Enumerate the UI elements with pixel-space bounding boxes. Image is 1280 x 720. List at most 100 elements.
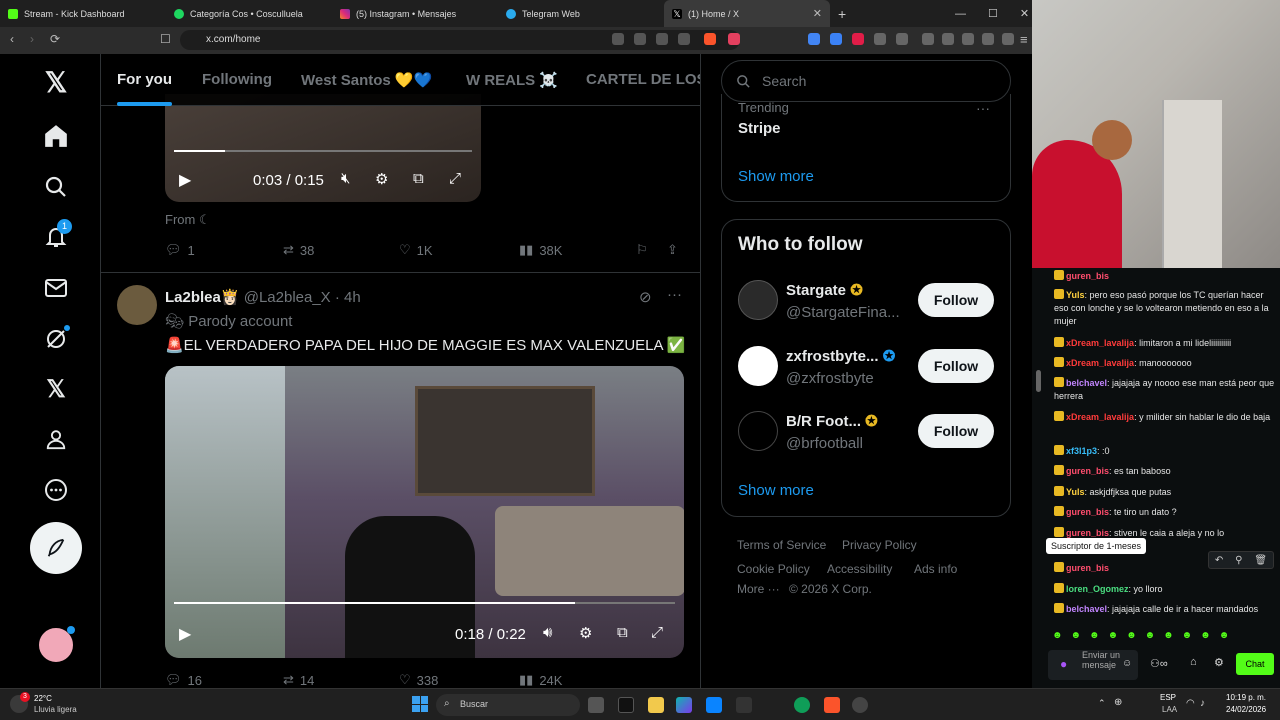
footer-terms-link[interactable]: Terms of Service: [737, 538, 826, 552]
avatar[interactable]: [738, 411, 778, 451]
tab-w-reals[interactable]: W REALS ☠️: [466, 71, 558, 89]
subscriber-badge-icon[interactable]: [1054, 506, 1064, 516]
fullscreen-icon[interactable]: ⤢: [651, 624, 663, 641]
account-avatar[interactable]: [37, 626, 75, 664]
new-tab-button[interactable]: +: [838, 6, 846, 22]
close-window-icon[interactable]: ✕: [1020, 7, 1029, 20]
subscriber-badge-icon[interactable]: [1054, 486, 1064, 496]
chat-message[interactable]: guren_bis: [1054, 270, 1276, 283]
menu-icon[interactable]: ≡: [1020, 32, 1028, 47]
reply-button[interactable]: 💬︎ 1: [165, 242, 195, 258]
footer-ads-link[interactable]: Ads info: [914, 562, 957, 576]
reply-button[interactable]: 💬︎ 16: [165, 672, 202, 688]
author-name[interactable]: La2blea👸🏻: [165, 289, 240, 306]
premium-x-icon[interactable]: 𝕏: [40, 373, 72, 405]
chat-message[interactable]: xf3l1p3: :0: [1054, 445, 1276, 458]
bookmark-icon[interactable]: ⚐: [636, 242, 648, 258]
chat-username[interactable]: xDream_lavalija: [1066, 412, 1134, 422]
repost-button[interactable]: ⇄ 14: [283, 672, 314, 688]
browser-tab[interactable]: Stream - Kick Dashboard: [0, 0, 166, 27]
trending-topic[interactable]: Stripe: [738, 120, 781, 137]
copilot-icon[interactable]: [676, 697, 692, 713]
scrollbar[interactable]: [1036, 370, 1041, 392]
browser-tab[interactable]: (5) Instagram • Mensajes: [332, 0, 498, 27]
avatar[interactable]: [738, 346, 778, 386]
play-icon[interactable]: ▶: [179, 170, 191, 190]
leo-ai-icon[interactable]: [982, 33, 994, 45]
compose-post-button[interactable]: [30, 522, 82, 574]
subscriber-badge-icon[interactable]: [1054, 357, 1064, 367]
chat-username[interactable]: xDream_lavalija: [1066, 358, 1134, 368]
more-options-icon[interactable]: ···: [976, 100, 990, 116]
chat-username[interactable]: loren_Ogomez: [1066, 584, 1129, 594]
video-progress[interactable]: [174, 602, 675, 604]
notifications-icon[interactable]: 1: [40, 219, 72, 253]
tab-cartel[interactable]: CARTEL DE LOS: [586, 71, 700, 88]
account-handle[interactable]: @StargateFina...: [786, 304, 900, 321]
chat-username[interactable]: guren_bis: [1066, 528, 1109, 538]
brave-icon[interactable]: [824, 697, 840, 713]
chat-message[interactable]: belchavel: jajajaja calle de ir a hacer …: [1054, 603, 1276, 616]
translate-icon[interactable]: [612, 33, 624, 45]
subscriber-badge-icon[interactable]: [1054, 289, 1064, 299]
obs-icon[interactable]: [852, 697, 868, 713]
extension-icon[interactable]: [830, 33, 842, 45]
chat-message[interactable]: loren_Ogomez: yo lloro: [1054, 583, 1276, 596]
chat-message[interactable]: belchavel: jajajaja ay noooo ese man est…: [1054, 377, 1276, 403]
chat-message[interactable]: guren_bis: es tan baboso: [1054, 465, 1276, 478]
chat-username[interactable]: Yuls: [1066, 290, 1085, 300]
emoji-icon[interactable]: ☺: [1122, 658, 1132, 669]
close-tab-icon[interactable]: ✕: [813, 7, 822, 20]
cast-icon[interactable]: [656, 33, 668, 45]
like-button[interactable]: ♡ 338: [399, 672, 438, 688]
extension-icon[interactable]: [808, 33, 820, 45]
follow-button[interactable]: Follow: [918, 283, 994, 317]
home-icon[interactable]: [40, 120, 72, 152]
subscriber-badge-icon[interactable]: [1054, 583, 1064, 593]
chat-username[interactable]: xf3l1p3: [1066, 446, 1097, 456]
fullscreen-icon[interactable]: ⤢: [449, 170, 461, 187]
chat-message[interactable]: xDream_lavalija: limitaron a mi lideliii…: [1054, 337, 1276, 350]
puzzle-icon[interactable]: [874, 33, 886, 45]
grok-icon[interactable]: ⊘: [639, 288, 652, 306]
share-icon[interactable]: [678, 33, 690, 45]
account-name[interactable]: Stargate ✪: [786, 281, 863, 299]
follow-button[interactable]: Follow: [918, 349, 994, 383]
tray-chevron-icon[interactable]: ⌃: [1098, 698, 1106, 709]
settings-icon[interactable]: ⚙: [1214, 656, 1224, 669]
send-chat-button[interactable]: Chat: [1236, 653, 1274, 675]
chat-message[interactable]: xDream_lavalija: manooooooo: [1054, 357, 1276, 370]
pip-icon[interactable]: ⧉: [413, 170, 424, 187]
chat-input[interactable]: ● Enviar un mensaje ☺: [1048, 650, 1138, 680]
settings-icon[interactable]: ⚙: [579, 624, 592, 642]
terminal-icon[interactable]: [736, 697, 752, 713]
tab-following[interactable]: Following: [202, 71, 272, 88]
chat-username[interactable]: belchavel: [1066, 604, 1107, 614]
clock-date[interactable]: 24/02/2026: [1226, 705, 1266, 714]
x-logo-icon[interactable]: 𝕏: [40, 66, 72, 98]
video-player[interactable]: ▶ 0:03 / 0:15 🔇︎ ⚙ ⧉ ⤢: [165, 94, 481, 202]
chat-message[interactable]: Yuls: pero eso pasó porque los TC quería…: [1054, 289, 1276, 328]
rewards-icon[interactable]: [728, 33, 740, 45]
bookmark-icon[interactable]: ☐: [160, 32, 171, 46]
chat-users-icon[interactable]: ⚇∞: [1150, 657, 1168, 670]
wifi-icon[interactable]: ◠: [1186, 698, 1195, 709]
profile-icon[interactable]: [40, 423, 72, 455]
capcut-icon[interactable]: [618, 697, 634, 713]
browser-tab[interactable]: Telegram Web: [498, 0, 664, 27]
back-icon[interactable]: ‹: [10, 32, 14, 46]
zoom-icon[interactable]: [634, 33, 646, 45]
footer-more-link[interactable]: More ···: [737, 582, 780, 596]
footer-accessibility-link[interactable]: Accessibility: [827, 562, 892, 576]
maximize-icon[interactable]: ☐: [988, 7, 998, 20]
subscriber-badge-icon[interactable]: [1054, 603, 1064, 613]
explore-icon[interactable]: [40, 171, 72, 203]
chat-message[interactable]: Yuls: askjdfjksa que putas: [1054, 486, 1276, 499]
chat-message[interactable]: guren_bis: [1054, 562, 1276, 575]
avatar[interactable]: [738, 280, 778, 320]
share-icon[interactable]: ⇪: [667, 242, 678, 258]
minimize-icon[interactable]: —: [955, 8, 966, 20]
chat-message[interactable]: xDream_lavalija: y milider sin hablar le…: [1054, 411, 1276, 424]
account-name[interactable]: B/R Foot... ✪: [786, 412, 878, 430]
edge-icon[interactable]: [794, 697, 810, 713]
